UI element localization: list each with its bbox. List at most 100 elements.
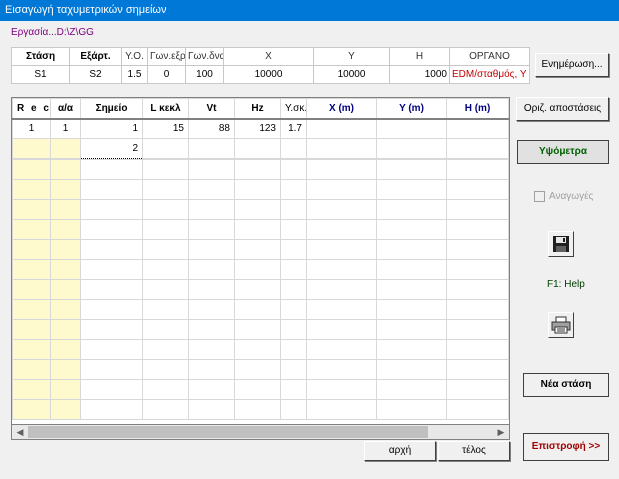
empty-cell[interactable] — [306, 159, 377, 180]
empty-grid-rows[interactable] — [12, 159, 509, 420]
empty-cell[interactable] — [50, 239, 81, 260]
table-row[interactable]: 1 1 1 15 88 123 1.7 — [12, 118, 509, 139]
empty-cell[interactable] — [12, 159, 51, 180]
empty-cell[interactable] — [188, 279, 235, 300]
cell-x[interactable] — [306, 118, 377, 139]
empty-cell[interactable] — [280, 219, 307, 240]
empty-cell[interactable] — [234, 399, 281, 420]
empty-cell[interactable] — [142, 359, 189, 380]
empty-cell[interactable] — [306, 299, 377, 320]
checkbox-box[interactable] — [534, 191, 545, 202]
empty-cell[interactable] — [234, 179, 281, 200]
empty-cell[interactable] — [188, 259, 235, 280]
cell-target-height[interactable]: 1.7 — [280, 118, 307, 139]
cell-x[interactable] — [306, 138, 377, 159]
cell-rec[interactable] — [12, 138, 51, 159]
cell-slope-distance[interactable] — [142, 138, 189, 159]
cell-point[interactable]: 1 — [80, 118, 143, 139]
empty-cell[interactable] — [376, 259, 447, 280]
empty-cell[interactable] — [188, 159, 235, 180]
angle-out-value[interactable]: 0 — [147, 65, 186, 84]
empty-cell[interactable] — [50, 299, 81, 320]
empty-row[interactable] — [12, 399, 509, 420]
empty-cell[interactable] — [376, 199, 447, 220]
empty-cell[interactable] — [234, 199, 281, 220]
empty-cell[interactable] — [142, 239, 189, 260]
empty-cell[interactable] — [188, 239, 235, 260]
empty-cell[interactable] — [280, 299, 307, 320]
h-value[interactable]: 1000 — [389, 65, 450, 84]
floppy-disk-icon[interactable] — [548, 231, 574, 257]
empty-cell[interactable] — [188, 219, 235, 240]
cell-vt[interactable] — [188, 138, 235, 159]
empty-cell[interactable] — [306, 359, 377, 380]
empty-cell[interactable] — [12, 259, 51, 280]
empty-row[interactable] — [12, 299, 509, 320]
empty-row[interactable] — [12, 259, 509, 280]
empty-cell[interactable] — [234, 379, 281, 400]
empty-cell[interactable] — [306, 219, 377, 240]
empty-cell[interactable] — [12, 379, 51, 400]
empty-cell[interactable] — [12, 319, 51, 340]
instrument-height-value[interactable]: 1.5 — [121, 65, 148, 84]
cell-y[interactable] — [376, 118, 447, 139]
station-value[interactable]: S1 — [11, 65, 70, 84]
empty-cell[interactable] — [12, 279, 51, 300]
new-station-button[interactable]: Νέα στάση — [523, 373, 609, 397]
empty-cell[interactable] — [188, 339, 235, 360]
empty-cell[interactable] — [50, 159, 81, 180]
empty-cell[interactable] — [234, 219, 281, 240]
cell-y[interactable] — [376, 138, 447, 159]
scroll-thumb[interactable] — [28, 426, 428, 438]
empty-cell[interactable] — [50, 259, 81, 280]
empty-cell[interactable] — [50, 319, 81, 340]
empty-cell[interactable] — [50, 199, 81, 220]
set-distances-button[interactable]: Οριζ. αποστάσεις — [516, 97, 609, 121]
empty-cell[interactable] — [446, 359, 509, 380]
empty-cell[interactable] — [376, 239, 447, 260]
empty-cell[interactable] — [376, 159, 447, 180]
empty-cell[interactable] — [280, 319, 307, 340]
empty-cell[interactable] — [280, 339, 307, 360]
empty-cell[interactable] — [142, 179, 189, 200]
cell-aa[interactable] — [50, 138, 81, 159]
empty-cell[interactable] — [306, 339, 377, 360]
empty-cell[interactable] — [142, 159, 189, 180]
empty-cell[interactable] — [376, 179, 447, 200]
empty-cell[interactable] — [12, 179, 51, 200]
empty-cell[interactable] — [188, 379, 235, 400]
cell-hz[interactable]: 123 — [234, 118, 281, 139]
empty-cell[interactable] — [142, 339, 189, 360]
empty-cell[interactable] — [80, 359, 143, 380]
empty-cell[interactable] — [234, 339, 281, 360]
empty-cell[interactable] — [80, 299, 143, 320]
empty-cell[interactable] — [50, 279, 81, 300]
cell-slope-distance[interactable]: 15 — [142, 118, 189, 139]
cell-aa[interactable]: 1 — [50, 118, 81, 139]
empty-cell[interactable] — [234, 259, 281, 280]
empty-row[interactable] — [12, 239, 509, 260]
empty-cell[interactable] — [80, 159, 143, 180]
empty-cell[interactable] — [306, 199, 377, 220]
empty-row[interactable] — [12, 339, 509, 360]
cell-vt[interactable]: 88 — [188, 118, 235, 139]
empty-cell[interactable] — [376, 399, 447, 420]
cell-hz[interactable] — [234, 138, 281, 159]
empty-row[interactable] — [12, 219, 509, 240]
empty-cell[interactable] — [50, 379, 81, 400]
empty-cell[interactable] — [80, 239, 143, 260]
empty-cell[interactable] — [80, 319, 143, 340]
empty-cell[interactable] — [80, 219, 143, 240]
cell-target-height[interactable] — [280, 138, 307, 159]
empty-cell[interactable] — [142, 279, 189, 300]
empty-cell[interactable] — [188, 359, 235, 380]
empty-cell[interactable] — [280, 239, 307, 260]
empty-cell[interactable] — [306, 279, 377, 300]
empty-cell[interactable] — [80, 179, 143, 200]
empty-cell[interactable] — [12, 299, 51, 320]
empty-cell[interactable] — [234, 359, 281, 380]
empty-cell[interactable] — [306, 239, 377, 260]
empty-cell[interactable] — [234, 279, 281, 300]
empty-cell[interactable] — [446, 219, 509, 240]
points-grid[interactable]: R e c α/α Σημείο L κεκλ Vt Hz Y.σκ. X (m… — [11, 97, 510, 440]
